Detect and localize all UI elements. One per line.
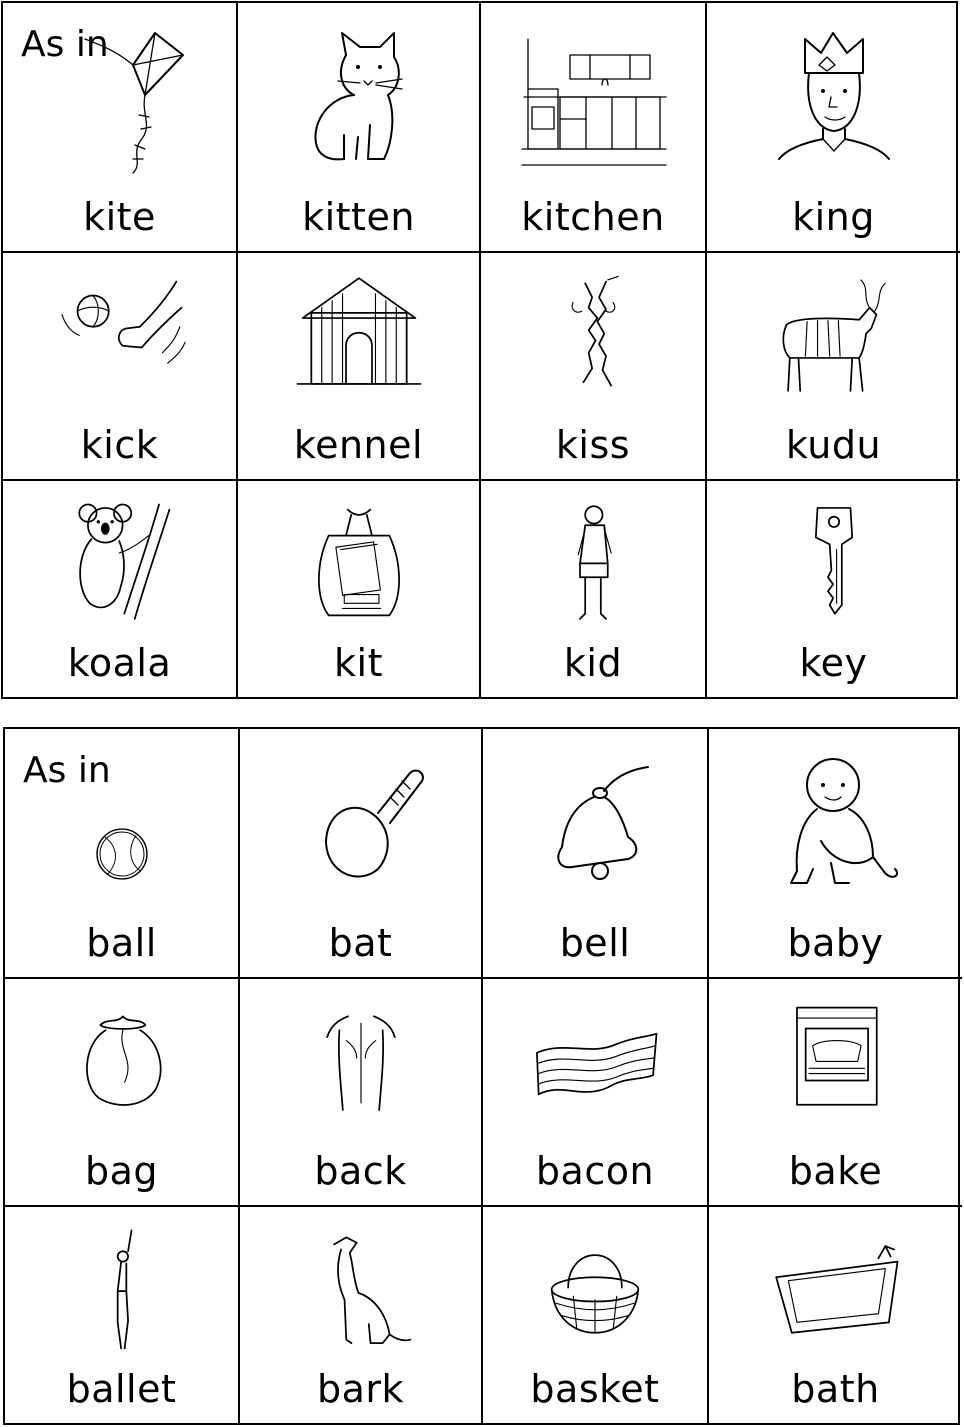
bacon-icon	[536, 1032, 658, 1096]
card-key: key	[707, 481, 960, 697]
word-label: kitchen	[521, 195, 665, 239]
kite-icon	[83, 32, 184, 174]
word-label: kiss	[555, 423, 631, 467]
card-bark: bark	[240, 1207, 483, 1423]
card-bake: bake	[709, 979, 962, 1207]
worksheet-b: As in ball bat bell baby bag back bacon …	[3, 727, 962, 1425]
card-ballet: ballet	[5, 1207, 240, 1423]
word-label: kudu	[785, 423, 882, 467]
card-king: king	[707, 3, 960, 253]
bell-icon	[557, 766, 649, 880]
card-kitchen: kitchen	[481, 3, 707, 253]
as-in-label: As in	[23, 750, 111, 791]
card-ball: As in ball	[5, 729, 240, 979]
baby-icon	[789, 758, 898, 884]
card-bath: bath	[709, 1207, 962, 1423]
bark-icon	[332, 1236, 411, 1344]
kid-icon	[577, 505, 612, 620]
word-label: key	[799, 641, 868, 685]
card-bacon: bacon	[483, 979, 709, 1207]
word-label: bath	[791, 1367, 880, 1411]
basket-icon	[550, 1254, 640, 1334]
word-label: bag	[84, 1149, 159, 1193]
word-label: baby	[787, 921, 884, 965]
card-bat: bat	[240, 729, 483, 979]
bath-icon	[774, 1245, 898, 1334]
word-label: bark	[316, 1367, 405, 1411]
card-basket: basket	[483, 1207, 709, 1423]
card-bag: bag	[5, 979, 240, 1207]
bat-icon	[324, 769, 424, 878]
bake-icon	[795, 1006, 878, 1106]
card-back: back	[240, 979, 483, 1207]
word-label: kitten	[302, 195, 415, 239]
word-label: koala	[67, 641, 172, 685]
card-kite: As in kite	[3, 3, 238, 253]
card-kick: kick	[3, 253, 238, 481]
word-label: ball	[86, 921, 157, 965]
word-label: kick	[80, 423, 159, 467]
key-icon	[814, 507, 853, 615]
king-icon	[777, 32, 890, 160]
word-label: back	[314, 1149, 407, 1193]
kennel-icon	[296, 277, 421, 385]
back-icon	[325, 1015, 396, 1111]
kitchen-icon	[521, 38, 667, 166]
word-label: bake	[788, 1149, 883, 1193]
ballet-icon	[116, 1229, 132, 1350]
word-label: ballet	[66, 1367, 177, 1411]
bag-icon	[85, 1015, 161, 1106]
card-koala: koala	[3, 481, 238, 697]
word-label: kid	[563, 641, 623, 685]
word-label: kit	[334, 641, 383, 685]
card-kid: kid	[481, 481, 707, 697]
kiss-icon	[571, 275, 619, 387]
card-baby: baby	[709, 729, 962, 979]
word-label: bell	[559, 921, 631, 965]
kick-icon	[60, 280, 186, 364]
card-kitten: kitten	[238, 3, 481, 253]
card-bell: bell	[483, 729, 709, 979]
word-label: king	[792, 195, 875, 239]
card-kennel: kennel	[238, 253, 481, 481]
word-label: bacon	[535, 1149, 655, 1193]
kitten-icon	[313, 32, 403, 161]
kudu-icon	[781, 279, 886, 392]
word-label: bat	[328, 921, 393, 965]
card-kiss: kiss	[481, 253, 707, 481]
card-kit: kit	[238, 481, 481, 697]
word-label: kite	[83, 195, 156, 239]
word-label: basket	[530, 1367, 660, 1411]
koala-icon	[77, 503, 170, 620]
ball-icon	[95, 828, 148, 880]
card-kudu: kudu	[707, 253, 960, 481]
word-label: kennel	[293, 423, 424, 467]
kit-icon	[317, 508, 400, 617]
worksheet-k: As in kite kitten kitchen king kick kenn…	[1, 1, 960, 699]
